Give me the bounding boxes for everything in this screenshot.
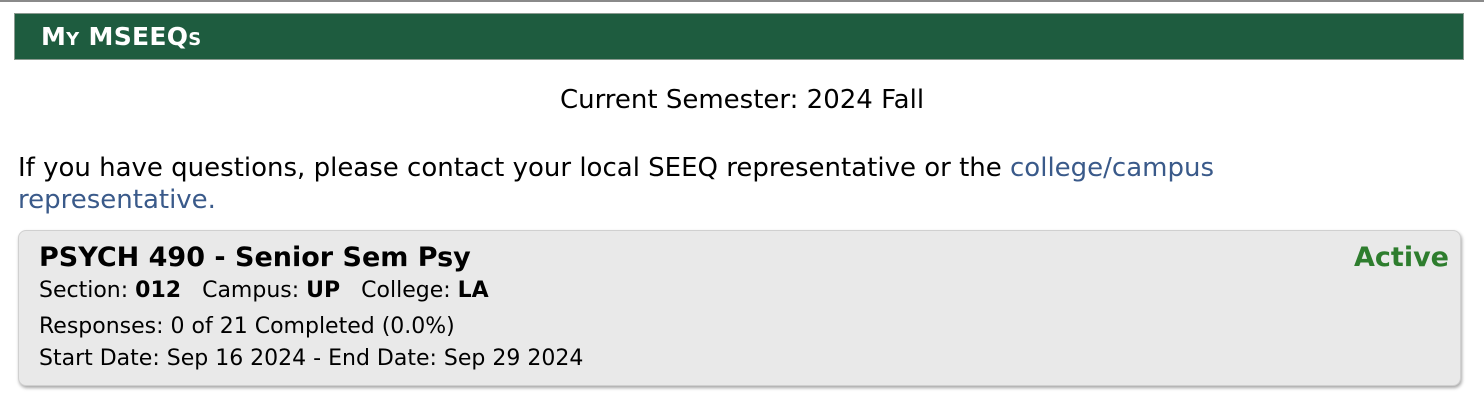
- course-details: Section: 012 Campus: UP College: LA: [39, 277, 489, 305]
- college-value: LA: [457, 278, 489, 303]
- contact-message: If you have questions, please contact yo…: [18, 152, 1318, 216]
- dates-line: Start Date: Sep 16 2024 - End Date: Sep …: [39, 345, 583, 373]
- college-label: College:: [361, 278, 451, 303]
- responses-value: 0 of 21 Completed (0.0%): [170, 314, 455, 339]
- section-label: Section:: [39, 278, 129, 303]
- course-card[interactable]: PSYCH 490 - Senior Sem Psy Active Sectio…: [18, 230, 1461, 386]
- status-badge: Active: [1354, 242, 1449, 273]
- section-title: My MSEEQs: [41, 22, 202, 51]
- contact-text: If you have questions, please contact yo…: [18, 153, 1002, 183]
- start-date-label: Start Date:: [39, 346, 160, 371]
- section-value: 012: [135, 278, 182, 303]
- current-semester: Current Semester: 2024 Fall: [0, 84, 1484, 116]
- campus-label: Campus:: [202, 278, 300, 303]
- date-separator: -: [313, 346, 322, 371]
- page: My MSEEQs Current Semester: 2024 Fall If…: [0, 0, 1484, 416]
- section-header: My MSEEQs: [14, 13, 1464, 60]
- semester-label: Current Semester:: [559, 85, 799, 115]
- end-date-label: End Date:: [328, 346, 437, 371]
- end-date-value: Sep 29 2024: [443, 346, 584, 371]
- start-date-value: Sep 16 2024: [166, 346, 307, 371]
- responses-label: Responses:: [39, 314, 164, 339]
- course-title: PSYCH 490 - Senior Sem Psy: [39, 242, 471, 273]
- top-divider: [0, 0, 1484, 2]
- semester-value: 2024 Fall: [806, 85, 925, 115]
- responses-line: Responses: 0 of 21 Completed (0.0%): [39, 313, 455, 341]
- campus-value: UP: [306, 278, 341, 303]
